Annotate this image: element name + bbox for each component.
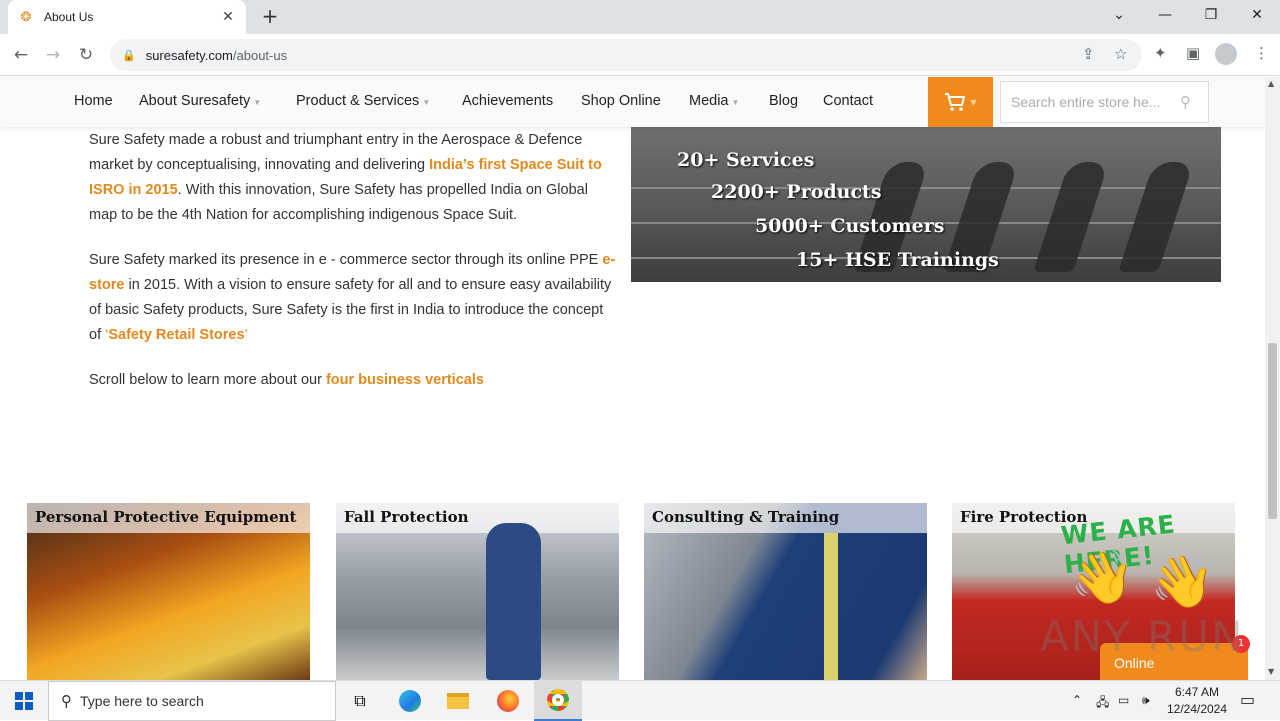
paragraph-ecommerce: Sure Safety marked its presence in e - c… [89,248,619,348]
windows-taskbar: ⚲ Type here to search ⧉ ⌃ 🖧 ▭ 🕪 6:47 AM … [0,680,1280,721]
edge-icon[interactable] [386,681,434,721]
nav-media[interactable]: Media ▼ [689,93,739,109]
search-icon[interactable]: ⚲ [1180,93,1208,111]
tab-title: About Us [44,10,94,24]
chevron-down-icon: ▼ [422,98,431,107]
system-clock[interactable]: 6:47 AM 12/24/2024 [1160,684,1234,718]
close-tab-icon[interactable]: ✕ [220,9,236,25]
clock-time: 6:47 AM [1174,685,1220,699]
stat-trainings: 15+ HSE Trainings [796,249,999,271]
close-window-button[interactable]: ✕ [1234,0,1280,30]
safety-retail-stores-highlight: Safety Retail Stores [108,327,245,343]
notification-center-icon[interactable]: ▭ [1240,690,1255,709]
tab-strip: ❂ About Us ✕ + ⌄ — ❐ ✕ [0,0,1280,34]
nav-media-label: Media [689,93,729,109]
business-verticals-link[interactable]: four business verticals [326,372,484,388]
new-tab-button[interactable]: + [258,6,282,28]
paragraph-space-suit: Sure Safety made a robust and triumphant… [89,128,619,228]
vertical-title-ppe: Personal Protective Equipment [27,503,310,533]
vertical-title-consulting: Consulting & Training [644,503,927,533]
nav-contact[interactable]: Contact [823,93,873,109]
page-scrollbar[interactable]: ▲ ▼ [1265,77,1280,680]
task-view-icon[interactable]: ⧉ [336,681,384,721]
vertical-card-ppe[interactable]: Personal Protective Equipment [27,503,310,680]
chevron-down-icon: ▼ [970,97,977,107]
windows-logo-icon [15,692,33,710]
p3-text: Scroll below to learn more about our [89,372,326,388]
web-page: Home About Suresafety ▼ Product & Service… [0,77,1265,680]
vertical-card-consulting[interactable]: Consulting & Training [644,503,927,680]
network-icon[interactable]: 🖧 [1096,693,1109,714]
anyrun-watermark: ANY RUN [1040,612,1245,661]
scroll-down-arrow-icon[interactable]: ▼ [1268,667,1274,676]
stats-banner-image: 20+ Services 2200+ Products 5000+ Custom… [631,127,1221,282]
vertical-title-fall-protection: Fall Protection [336,503,619,533]
site-favicon-icon: ❂ [20,9,32,25]
menu-kebab-icon[interactable]: ⋮ [1254,44,1269,62]
minimize-button[interactable]: — [1142,0,1188,30]
restore-button[interactable]: ❐ [1188,0,1234,30]
start-button[interactable] [0,681,48,721]
search-placeholder: Search entire store he... [1011,94,1161,110]
tray-overflow-chevron-icon[interactable]: ⌃ [1072,693,1082,707]
back-arrow-icon[interactable]: ← [8,42,34,68]
stat-customers: 5000+ Customers [755,215,945,237]
browser-toolbar: ← → ↻ 🔒 suresafety.com/about-us ⇪ ☆ ✦ ▣ … [0,34,1280,76]
waving-hand-icon: 👋 [1150,552,1215,612]
tab-search-chevron-icon[interactable]: ⌄ [1096,0,1142,30]
share-icon[interactable]: ⇪ [1082,45,1095,63]
paragraph-scroll: Scroll below to learn more about our fou… [89,368,619,393]
side-panel-icon[interactable]: ▣ [1186,44,1200,62]
profile-avatar-icon[interactable] [1215,43,1237,65]
site-navigation: Home About Suresafety ▼ Product & Service… [0,77,1265,127]
reload-icon[interactable]: ↻ [73,42,99,68]
firefox-icon[interactable] [484,681,532,721]
nav-achievements[interactable]: Achievements [462,93,553,109]
nav-blog[interactable]: Blog [769,93,798,109]
stat-services: 20+ Services [677,149,815,171]
lock-icon: 🔒 [122,48,136,62]
taskbar-search-input[interactable]: ⚲ Type here to search [48,681,336,721]
bookmark-star-icon[interactable]: ☆ [1114,45,1127,63]
scrollbar-thumb[interactable] [1268,343,1277,519]
vertical-card-fall-protection[interactable]: Fall Protection [336,503,619,680]
cart-button[interactable]: ▼ [928,77,993,127]
address-bar[interactable]: 🔒 suresafety.com/about-us ⇪ ☆ [110,39,1142,71]
waving-hand-icon: 👋 [1070,548,1135,608]
nav-products-label: Product & Services [296,93,420,109]
p2-text: Sure Safety marked its presence in e - c… [89,252,603,268]
extensions-puzzle-icon[interactable]: ✦ [1154,44,1167,62]
forward-arrow-icon[interactable]: → [40,42,66,68]
browser-tab[interactable]: ❂ About Us ✕ [8,0,246,34]
cart-icon [945,93,966,111]
search-icon: ⚲ [61,692,72,710]
url-path: /about-us [232,47,288,63]
volume-icon[interactable]: 🕪 [1142,693,1150,708]
chevron-down-icon: ▼ [731,98,740,107]
clock-date: 12/24/2024 [1166,702,1228,716]
stat-products: 2200+ Products [711,181,882,203]
nav-home[interactable]: Home [74,93,113,109]
url-domain: suresafety.com [145,47,233,63]
chrome-icon[interactable] [534,681,582,721]
wifi-icon[interactable]: ▭ [1118,693,1129,707]
nav-about-label: About Suresafety [139,93,251,109]
scroll-up-arrow-icon[interactable]: ▲ [1268,79,1274,88]
nav-product-services[interactable]: Product & Services ▼ [296,93,430,109]
chevron-down-icon: ▼ [253,98,262,107]
file-explorer-icon[interactable] [434,681,482,721]
nav-shop-online[interactable]: Shop Online [581,93,661,109]
quote-close: ’ [244,327,248,343]
taskbar-search-placeholder: Type here to search [80,693,204,709]
nav-about-suresafety[interactable]: About Suresafety ▼ [139,93,261,109]
store-search-input[interactable]: Search entire store he... ⚲ [1000,81,1209,123]
